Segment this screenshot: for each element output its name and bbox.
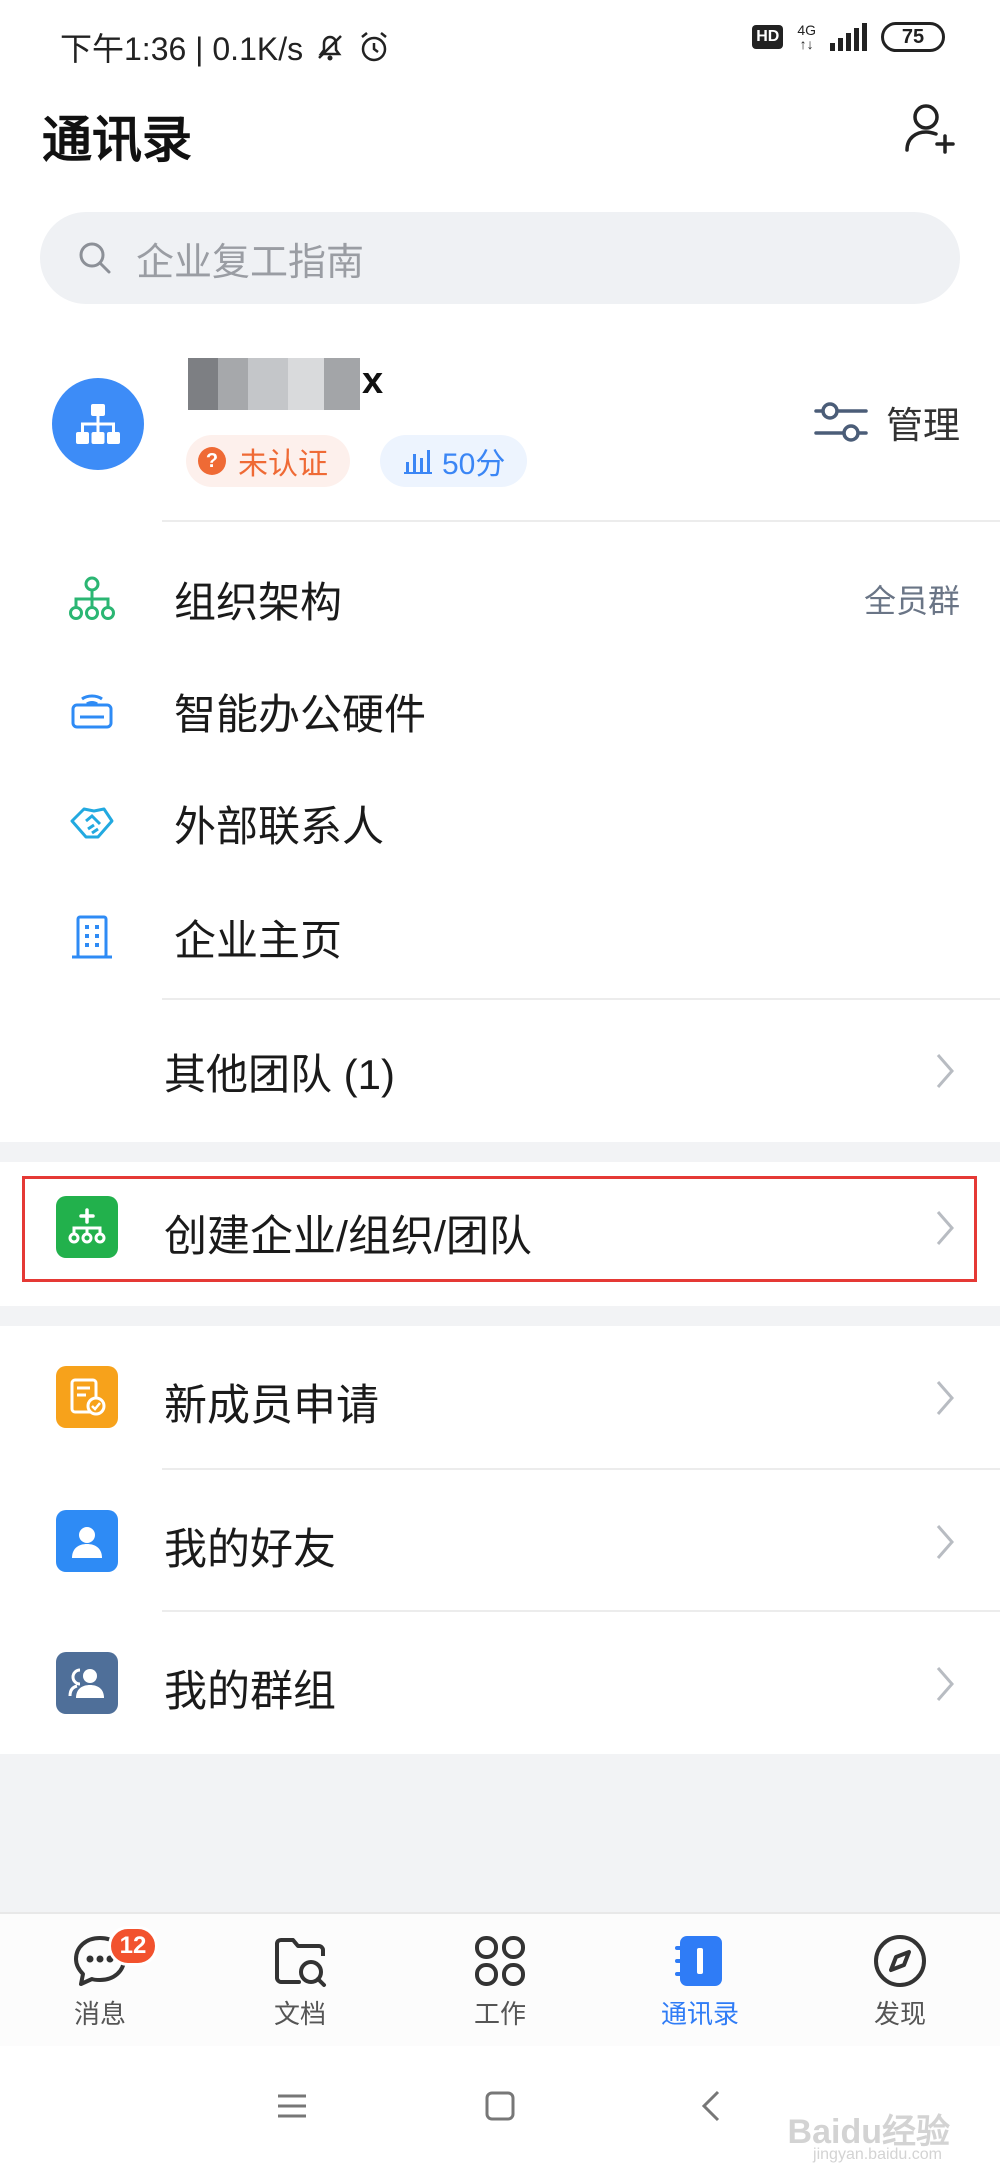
menu-label: 外部联系人 [174,802,385,850]
menu-label: 组织架构 [174,578,343,626]
contacts-icon [675,1936,722,1986]
my-groups-row[interactable]: 我的群组 [0,1612,1000,1754]
chevron-right-icon [936,1525,954,1559]
org-name-suffix: x [362,360,384,402]
group-icon [56,1652,118,1714]
document-icon [275,1938,326,1987]
status-left: 下午1:36 | 0.1K/s [60,24,391,70]
chevron-right-icon [936,1667,954,1701]
other-teams-label: 其他团队 (1) [164,1050,396,1098]
tab-work[interactable]: 工作 [430,1932,570,2031]
menu-org-structure[interactable]: 组织架构 全员群 [0,544,1000,654]
tab-label: 发现 [873,1999,926,2029]
menu-company-homepage[interactable]: 企业主页 [0,882,1000,992]
unverified-badge[interactable]: ? 未认证 [186,435,350,487]
battery-icon: 75 [881,22,945,52]
mute-bell-icon [318,35,342,61]
status-bar: 下午1:36 | 0.1K/s HD 4G ↑↓ 75 [0,0,1000,90]
alarm-icon [361,32,387,62]
status-time: 下午1:36 | 0.1K/s [60,31,304,67]
handshake-icon [70,807,114,839]
tab-label: 消息 [73,1999,126,2029]
new-member-icon [56,1366,118,1428]
menu-icon[interactable] [272,2086,312,2126]
new-member-row[interactable]: 新成员申请 [0,1326,1000,1468]
org-tree-icon [76,404,120,444]
network-type: 4G ↑↓ [797,22,816,52]
score-badge[interactable]: 50分 [380,435,528,487]
my-friends-label: 我的好友 [164,1526,336,1574]
bar-chart-icon [404,450,432,474]
question-icon: ? [198,447,226,475]
bottom-tab-bar: 12 消息 文档 工作 通讯录 发现 [0,1912,1000,2046]
page-title: 通讯录 [42,112,192,168]
org-name-redacted [188,358,360,410]
back-icon[interactable] [692,2086,732,2126]
highlight-box [22,1176,977,1282]
hd-badge: HD [752,25,784,49]
home-icon[interactable] [480,2086,520,2126]
tab-label: 工作 [473,1999,526,2029]
tab-messages[interactable]: 12 消息 [30,1926,170,2031]
menu-smart-hardware[interactable]: 智能办公硬件 [0,656,1000,766]
friend-icon [56,1510,118,1572]
watermark-url: jingyan.baidu.com [813,2146,942,2163]
divider [162,998,1000,1000]
tab-label: 通讯录 [660,1999,739,2029]
all-staff-group-link[interactable]: 全员群 [864,576,960,622]
menu-label: 企业主页 [174,916,343,964]
building-icon [72,915,112,959]
compass-icon [874,1935,926,1987]
settings-sliders-icon [814,402,868,442]
search-icon [79,242,111,274]
tab-discover[interactable]: 发现 [830,1932,970,2031]
empty-area [0,1754,1000,1912]
manage-label: 管理 [886,405,960,446]
my-friends-row[interactable]: 我的好友 [0,1470,1000,1612]
my-groups-label: 我的群组 [164,1668,336,1716]
section-gap [0,1306,1000,1326]
signal-icon [830,23,867,51]
tab-label: 文档 [273,1999,326,2029]
org-avatar [52,378,144,470]
manage-button[interactable]: 管理 [814,395,960,449]
menu-label: 智能办公硬件 [174,690,427,738]
system-nav-bar: Baidu经验 jingyan.baidu.com [0,2046,1000,2167]
hardware-icon [71,694,113,729]
org-header[interactable]: x ? 未认证 50分 管理 [0,340,1000,520]
section-gap [0,1142,1000,1162]
score-label: 50分 [442,448,506,481]
unverified-label: 未认证 [238,448,328,481]
chevron-right-icon [936,1054,954,1088]
search-placeholder: 企业复工指南 [136,241,365,284]
other-teams-row[interactable]: 其他团队 (1) [0,1015,1000,1127]
add-contact-icon[interactable] [902,100,958,156]
search-bar[interactable]: 企业复工指南 [40,212,960,304]
status-right: HD 4G ↑↓ 75 [752,22,945,52]
work-grid-icon [475,1936,525,1986]
org-structure-icon [69,576,115,620]
unread-badge: 12 [108,1926,158,1966]
menu-external-contacts[interactable]: 外部联系人 [0,768,1000,878]
new-member-label: 新成员申请 [164,1382,379,1430]
divider [162,520,1000,522]
tab-documents[interactable]: 文档 [230,1932,370,2031]
tab-contacts[interactable]: 通讯录 [630,1932,770,2031]
chevron-right-icon [936,1381,954,1415]
